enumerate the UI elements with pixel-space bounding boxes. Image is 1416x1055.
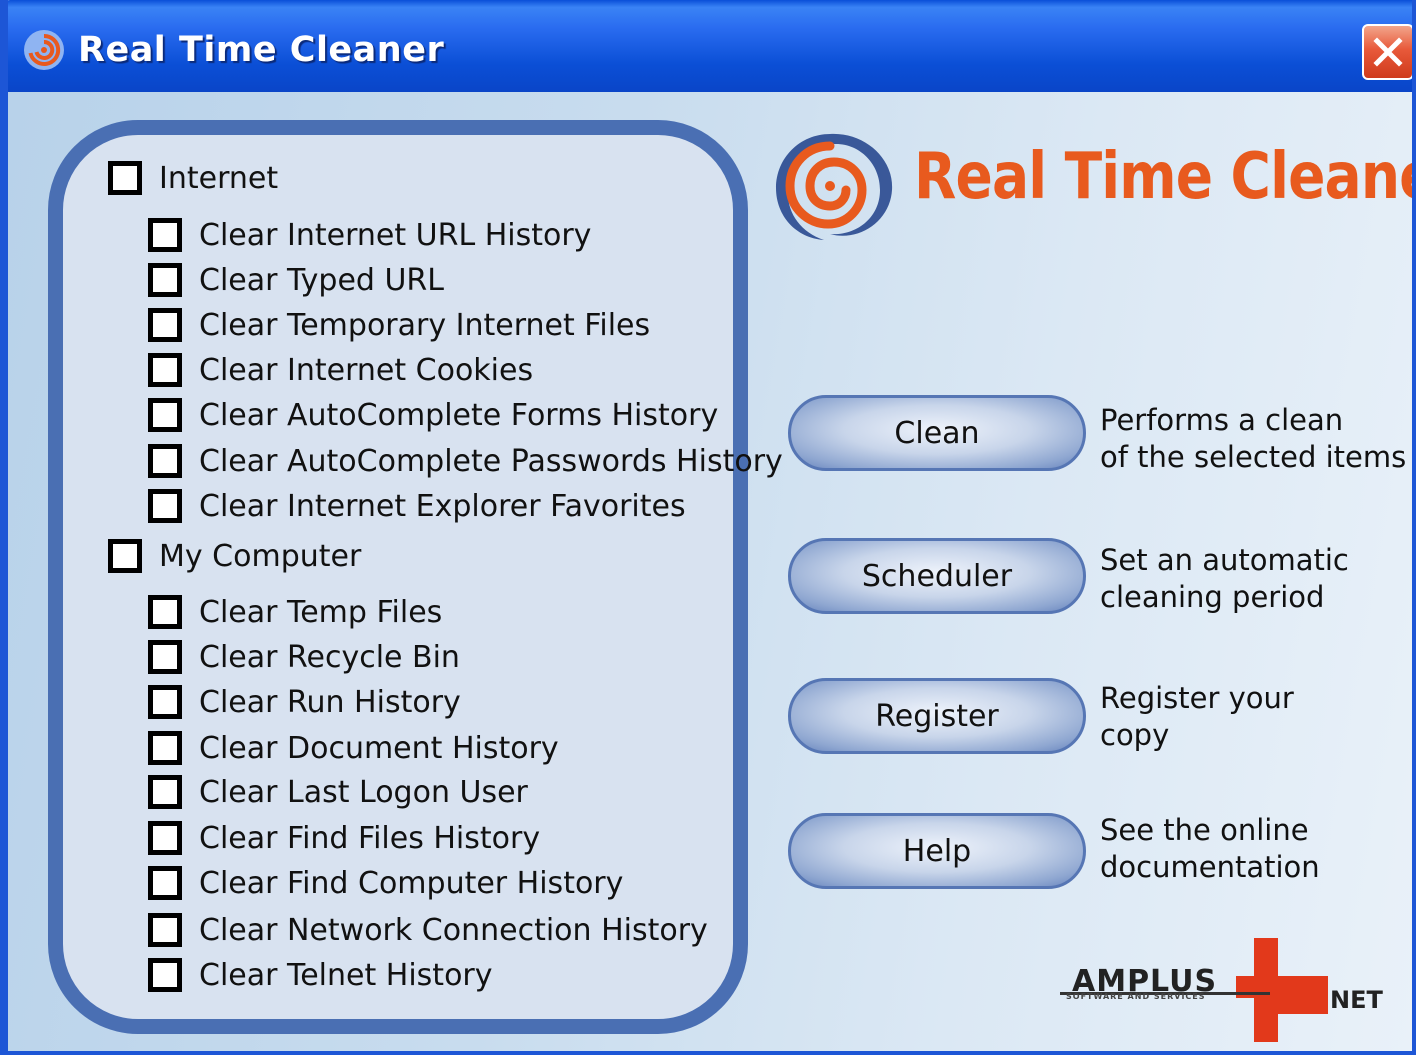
checkbox-box[interactable] <box>148 263 182 297</box>
checkbox-label: Clear Last Logon User <box>199 775 528 810</box>
logo-word-time: Time <box>1064 140 1214 214</box>
checkbox-box[interactable] <box>148 489 182 523</box>
checkbox-box[interactable] <box>148 775 182 809</box>
checkbox-label: Clear Telnet History <box>199 958 493 993</box>
checkbox-box[interactable] <box>108 539 142 573</box>
checkbox-box[interactable] <box>148 866 182 900</box>
scheduler-button-label: Scheduler <box>861 559 1013 594</box>
checkbox-box[interactable] <box>148 640 182 674</box>
scheduler-button[interactable]: Scheduler <box>788 538 1086 614</box>
clean-description: Performs a clean of the selected items <box>1100 402 1406 476</box>
checkbox-label: Clear Network Connection History <box>199 913 708 948</box>
brand-tagline: SOFTWARE AND SERVICES <box>1066 992 1206 1001</box>
description-line: copy <box>1100 718 1170 752</box>
description-line: Register your <box>1100 681 1294 715</box>
close-button[interactable] <box>1362 24 1412 80</box>
register-description: Register your copy <box>1100 680 1294 754</box>
window-title: Real Time Cleaner <box>78 30 445 70</box>
checkbox-box[interactable] <box>148 958 182 992</box>
client-area: Internet Clear Internet URL History Clea… <box>8 92 1412 1051</box>
swirl-logo-icon <box>760 116 900 260</box>
title-bar[interactable]: Real Time Cleaner <box>8 0 1412 92</box>
checkbox-box[interactable] <box>148 398 182 432</box>
logo-word-cleaner: Cleaner <box>1230 140 1412 214</box>
description-line: documentation <box>1100 850 1320 884</box>
checkbox-box[interactable] <box>108 161 142 195</box>
description-line: Performs a clean <box>1100 403 1344 437</box>
close-icon <box>1373 37 1403 67</box>
checkbox-box[interactable] <box>148 595 182 629</box>
checkbox-label: Clear Typed URL <box>199 263 444 298</box>
checkbox-box[interactable] <box>148 218 182 252</box>
register-button[interactable]: Register <box>788 678 1086 754</box>
checkbox-label: Clear Temporary Internet Files <box>199 308 651 343</box>
description-line: of the selected items <box>1100 440 1407 474</box>
checkbox-label: Clear Document History <box>199 731 559 766</box>
scheduler-description: Set an automatic cleaning period <box>1100 542 1349 616</box>
swirl-app-icon <box>22 28 66 72</box>
checkbox-box[interactable] <box>148 731 182 765</box>
description-line: cleaning period <box>1100 580 1325 614</box>
help-description: See the online documentation <box>1100 812 1320 886</box>
help-button-label: Help <box>902 834 972 869</box>
checkbox-box[interactable] <box>148 685 182 719</box>
description-line: See the online <box>1100 813 1309 847</box>
checkbox-label: Clear Internet Explorer Favorites <box>199 489 686 524</box>
checkbox-box[interactable] <box>148 444 182 478</box>
checkbox-label: My Computer <box>159 539 362 574</box>
checkbox-label: Clear AutoComplete Forms History <box>199 398 719 433</box>
checkbox-box[interactable] <box>148 308 182 342</box>
checkbox-label: Clear Find Computer History <box>199 866 624 901</box>
checkbox-box[interactable] <box>148 913 182 947</box>
checkbox-box[interactable] <box>148 821 182 855</box>
checkbox-label: Clear Run History <box>199 685 461 720</box>
product-logo-text: Real Time Cleaner <box>914 140 1412 214</box>
brand-suffix: NET <box>1330 986 1383 1014</box>
app-window: Real Time Cleaner Internet Clear Interne… <box>0 0 1416 1055</box>
logo-word-real: Real <box>914 140 1047 214</box>
help-button[interactable]: Help <box>788 813 1086 889</box>
clean-button-label: Clean <box>894 416 980 451</box>
description-line: Set an automatic <box>1100 543 1349 577</box>
checkbox-label: Internet <box>159 161 279 196</box>
checkbox-label: Clear Find Files History <box>199 821 541 856</box>
register-button-label: Register <box>875 699 999 734</box>
checkbox-label: Clear Internet Cookies <box>199 353 534 388</box>
checkbox-label: Clear Temp Files <box>199 595 443 630</box>
checkbox-label: Clear Internet URL History <box>199 218 592 253</box>
amplus-net-logo: AMPLUS SOFTWARE AND SERVICES NET <box>1060 938 1410 1048</box>
checkbox-label: Clear Recycle Bin <box>199 640 460 675</box>
clean-button[interactable]: Clean <box>788 395 1086 471</box>
checkbox-label: Clear AutoComplete Passwords History <box>199 444 783 479</box>
checkbox-box[interactable] <box>148 353 182 387</box>
